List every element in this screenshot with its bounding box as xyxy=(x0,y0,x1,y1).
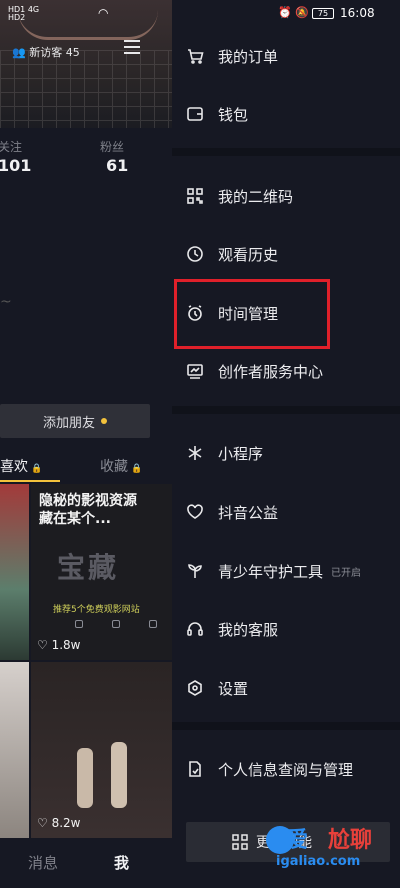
followers-count[interactable]: 61 xyxy=(106,156,128,175)
menu-item-label: 抖音公益 xyxy=(218,503,279,522)
following-label: 关注 xyxy=(0,140,23,154)
video-thumbnail[interactable]: ♡ 8.2w xyxy=(31,662,172,838)
add-friend-button[interactable]: 添加朋友 xyxy=(0,404,150,438)
menu-item-label: 观看历史 xyxy=(218,245,279,264)
menu-item-creator-center[interactable]: 创作者服务中心 xyxy=(172,349,400,393)
cart-icon xyxy=(186,47,204,65)
add-friend-label: 添加朋友 xyxy=(42,415,95,431)
menu-item-teen-protection[interactable]: 青少年守护工具 已开启 xyxy=(172,549,400,593)
menu-item-mini-programs[interactable]: 小程序 xyxy=(172,431,400,475)
wallet-icon xyxy=(186,105,204,123)
video-big-text: 宝藏 xyxy=(57,551,120,584)
menu-item-label: 青少年守护工具 xyxy=(218,562,324,581)
battery-icon: 75 xyxy=(312,8,334,19)
highlight-box xyxy=(174,279,330,349)
menu-item-label: 小程序 xyxy=(218,444,264,463)
menu-item-douyin-charity[interactable]: 抖音公益 xyxy=(172,490,400,534)
heart-icon xyxy=(186,503,204,521)
video-title-line1: 隐秘的影视资源 xyxy=(39,493,137,509)
section-divider xyxy=(172,406,400,414)
menu-item-label: 设置 xyxy=(218,679,249,698)
menu-item-label: 我的订单 xyxy=(218,47,279,66)
chart-icon xyxy=(186,362,204,380)
grid-icon xyxy=(232,834,248,850)
menu-item-label: 我的二维码 xyxy=(218,187,294,206)
wifi-icon: ◠ xyxy=(98,6,109,20)
menu-item-my-orders[interactable]: 我的订单 xyxy=(172,34,400,78)
visitors-label: 新访客 45 xyxy=(29,46,80,59)
doc-icon xyxy=(186,760,204,778)
settings-hex-icon xyxy=(186,679,204,697)
video-thumbnail[interactable] xyxy=(0,484,29,660)
section-divider xyxy=(172,148,400,156)
lock-icon: 🔒 xyxy=(131,464,143,474)
menu-item-watch-history[interactable]: 观看历史 xyxy=(172,232,400,276)
signal-label: 4G xyxy=(27,5,40,14)
menu-item-personal-info[interactable]: 个人信息查阅与管理 xyxy=(172,747,400,791)
following-count[interactable]: 101 xyxy=(0,156,31,175)
enabled-badge: 已开启 xyxy=(331,567,362,579)
active-tab-indicator xyxy=(0,480,60,482)
headset-icon xyxy=(186,620,204,638)
video-title-line2: 藏在某个... xyxy=(39,511,111,527)
menu-item-label: 钱包 xyxy=(218,105,249,124)
like-count: ♡ 8.2w xyxy=(37,816,81,830)
sprout-icon xyxy=(186,562,204,580)
site-watermark: 爱 尬聊 igaliao.com xyxy=(262,816,396,878)
followers-label: 粉丝 xyxy=(100,140,125,154)
side-drawer-menu: ⏰ 🔕 75 16:08 我的订单 钱包 我的二维码 观看历史 时间管理 创作者… xyxy=(172,0,400,888)
menu-item-my-qrcode[interactable]: 我的二维码 xyxy=(172,174,400,218)
video-thumbnail[interactable] xyxy=(0,662,29,838)
clock-time: 16:08 xyxy=(340,6,375,20)
menu-item-wallet[interactable]: 钱包 xyxy=(172,92,400,136)
menu-item-label: 个人信息查阅与管理 xyxy=(218,760,354,779)
qrcode-icon xyxy=(186,187,204,205)
menu-item-settings[interactable]: 设置 xyxy=(172,666,400,710)
nav-messages[interactable]: 消息 xyxy=(28,852,58,873)
lock-icon: 🔒 xyxy=(31,464,43,474)
like-count: ♡ 1.8w xyxy=(37,638,81,652)
notification-dot xyxy=(101,418,107,424)
menu-item-customer-service[interactable]: 我的客服 xyxy=(172,607,400,651)
right-status-bar: ⏰ 🔕 75 16:08 xyxy=(172,0,400,28)
clock-icon xyxy=(186,245,204,263)
bottom-navigation: 消息 我 xyxy=(0,838,172,888)
nav-me[interactable]: 我 xyxy=(114,852,129,873)
content-tabs: 喜欢 🔒 收藏 🔒 xyxy=(0,448,172,482)
bio-fragment: ~ xyxy=(0,294,12,310)
alarm-mute-icons: ⏰ 🔕 xyxy=(278,6,309,19)
tab-likes[interactable]: 喜欢 🔒 xyxy=(0,456,42,476)
section-divider xyxy=(172,722,400,730)
menu-item-label: 创作者服务中心 xyxy=(218,362,324,381)
new-visitors-button[interactable]: 👥 新访客 45 xyxy=(12,44,80,60)
sim2-label: HD2 xyxy=(8,13,26,22)
hamburger-menu-icon[interactable] xyxy=(124,40,140,54)
asterisk-icon xyxy=(186,444,204,462)
tab-favorites[interactable]: 收藏 🔒 xyxy=(100,456,142,476)
video-thumbnail[interactable]: 隐秘的影视资源 藏在某个... 宝藏 推荐5个免费观影网站 ♡ 1.8w xyxy=(31,484,172,660)
video-subtitle: 推荐5个免费观影网站 xyxy=(53,605,140,615)
profile-page-background: HD1 4G HD2 ◠ 👥 新访客 45 关注 101 粉丝 61 ~ 添加朋… xyxy=(0,0,172,888)
visitors-icon: 👥 xyxy=(12,46,26,59)
left-status-bar: HD1 4G HD2 ◠ xyxy=(0,0,172,28)
menu-item-label: 我的客服 xyxy=(218,620,279,639)
